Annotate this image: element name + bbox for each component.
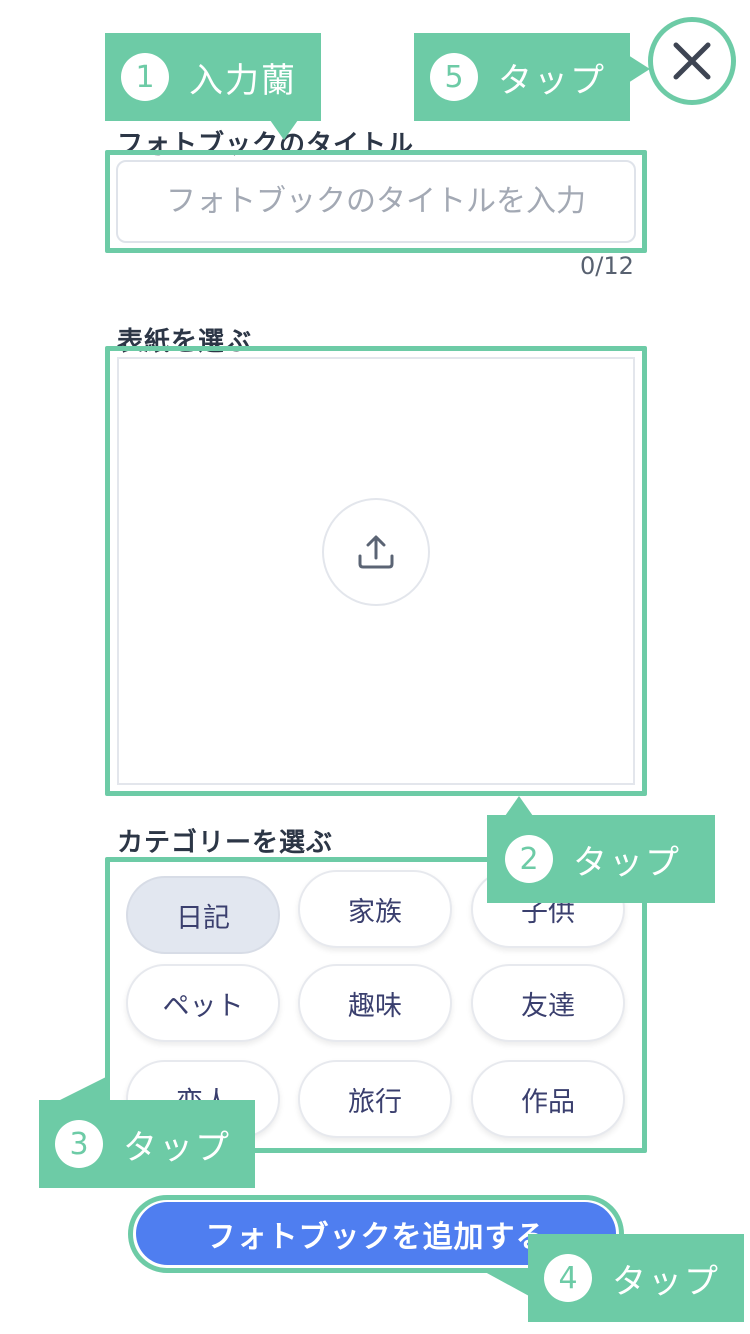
category-chip-pet[interactable]: ペット xyxy=(126,964,280,1042)
category-chip-family[interactable]: 家族 xyxy=(298,870,452,948)
callout-5-number: 5 xyxy=(430,53,478,101)
callout-3-number: 3 xyxy=(55,1120,103,1168)
callout-1-text: 入力蘭 xyxy=(189,60,297,101)
callout-4: 4 タップ xyxy=(528,1234,744,1322)
callout-5: 5 タップ xyxy=(414,33,630,121)
callout-2: 2 タップ xyxy=(487,815,715,903)
callout-5-text: タップ xyxy=(498,60,606,101)
callout-4-pointer xyxy=(485,1272,529,1296)
callout-3: 3 タップ xyxy=(39,1100,255,1188)
callout-3-pointer xyxy=(60,1076,108,1100)
category-chip-works[interactable]: 作品 xyxy=(471,1060,625,1138)
upload-button[interactable] xyxy=(322,498,430,606)
category-chip-diary[interactable]: 日記 xyxy=(126,876,280,954)
callout-2-pointer xyxy=(505,796,533,816)
callout-1-number: 1 xyxy=(121,53,169,101)
title-input[interactable] xyxy=(116,160,636,243)
category-chip-friends[interactable]: 友達 xyxy=(471,964,625,1042)
title-char-counter: 0/12 xyxy=(580,252,634,280)
callout-4-number: 4 xyxy=(544,1254,592,1302)
category-chip-travel[interactable]: 旅行 xyxy=(298,1060,452,1138)
callout-1: 1 入力蘭 xyxy=(105,33,321,121)
callout-3-text: タップ xyxy=(123,1127,231,1168)
close-icon xyxy=(673,42,711,80)
callout-1-pointer xyxy=(270,120,298,140)
close-button[interactable] xyxy=(648,17,736,105)
upload-icon xyxy=(358,535,394,569)
callout-5-pointer xyxy=(628,55,650,83)
category-chip-hobby[interactable]: 趣味 xyxy=(298,964,452,1042)
callout-4-text: タップ xyxy=(612,1261,720,1302)
category-label: カテゴリーを選ぶ xyxy=(117,828,334,858)
callout-2-number: 2 xyxy=(505,835,553,883)
callout-2-text: タップ xyxy=(573,842,681,883)
